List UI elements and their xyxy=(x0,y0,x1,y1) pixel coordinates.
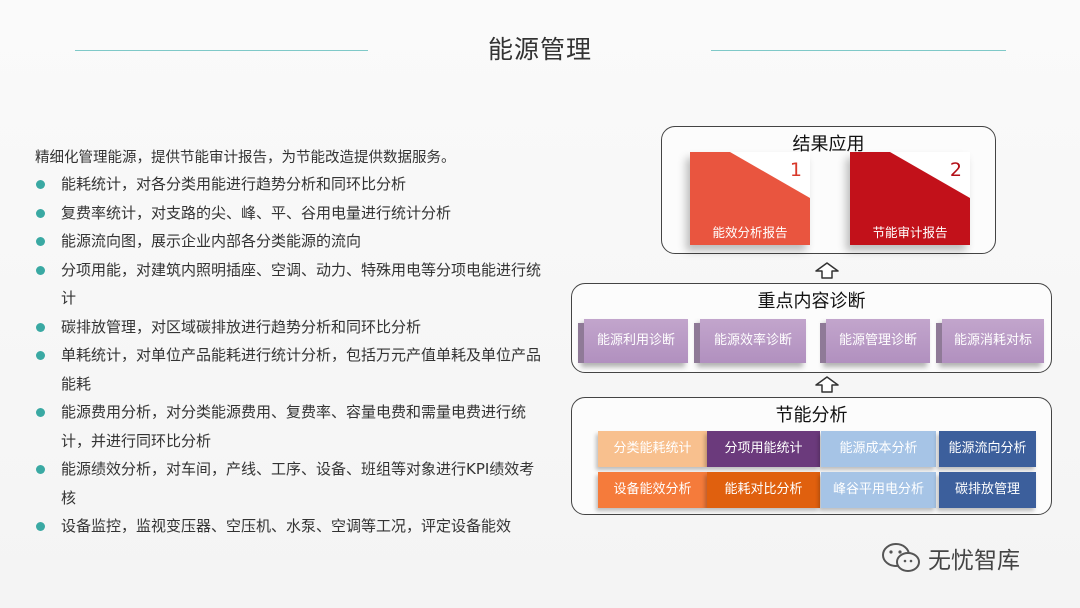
feature-list: 能耗统计，对各分类用能进行趋势分析和同环比分析 复费率统计，对支路的尖、峰、平、… xyxy=(35,170,545,541)
diagnosis-item: 能源效率诊断 xyxy=(694,319,806,363)
bullet-dot-icon xyxy=(36,351,45,360)
analysis-panel: 节能分析 分类能耗统计 分项用能统计 能源成本分析 能源流向分析 设备能效分析 … xyxy=(571,397,1052,515)
list-item: 复费率统计，对支路的尖、峰、平、谷用电量进行统计分析 xyxy=(35,199,545,228)
results-panel: 结果应用 1 能效分析报告 2 节能审计报告 xyxy=(661,126,996,254)
list-item: 单耗统计，对单位产品能耗进行统计分析，包括万元产值单耗及单位产品能耗 xyxy=(35,341,545,398)
diagnosis-item: 能源管理诊断 xyxy=(820,319,930,363)
diagnosis-item: 能源利用诊断 xyxy=(578,319,688,363)
bullet-dot-icon xyxy=(36,465,45,474)
watermark-text: 无忧智库 xyxy=(928,548,1020,574)
bullet-dot-icon xyxy=(36,265,45,275)
analysis-cell: 设备能效分析 xyxy=(598,472,707,508)
report-card-2: 2 节能审计报告 xyxy=(850,152,970,245)
analysis-cell: 峰谷平用电分析 xyxy=(821,472,936,508)
diagnosis-panel: 重点内容诊断 能源利用诊断 能源效率诊断 能源管理诊断 能源消耗对标 xyxy=(571,283,1052,373)
list-item: 碳排放管理，对区域碳排放进行趋势分析和同环比分析 xyxy=(35,313,545,342)
bullet-dot-icon xyxy=(36,522,45,531)
wechat-icon xyxy=(882,543,920,572)
diagnosis-item: 能源消耗对标 xyxy=(936,319,1044,363)
bullet-dot-icon xyxy=(36,208,45,218)
report-card-1: 1 能效分析报告 xyxy=(690,152,810,245)
up-arrow-icon xyxy=(815,376,839,393)
analysis-cell: 能耗对比分析 xyxy=(707,472,820,508)
diagnosis-title: 重点内容诊断 xyxy=(757,291,866,312)
page-title: 能源管理 xyxy=(487,35,592,64)
bullet-dot-icon xyxy=(36,408,45,417)
analysis-cell: 分类能耗统计 xyxy=(598,431,707,467)
analysis-cell: 碳排放管理 xyxy=(939,472,1036,508)
list-item: 能源流向图，展示企业内部各分类能源的流向 xyxy=(35,227,545,256)
report-number: 1 xyxy=(789,159,802,181)
analysis-cell: 能源流向分析 xyxy=(939,431,1036,467)
list-item: 能源绩效分析，对车间，产线、工序、设备、班组等对象进行KPI绩效考核 xyxy=(35,455,545,512)
bullet-dot-icon xyxy=(36,322,45,332)
list-item: 设备监控，监视变压器、空压机、水泵、空调等工况，评定设备能效 xyxy=(35,512,545,541)
report-label: 节能审计报告 xyxy=(872,225,948,240)
report-number: 2 xyxy=(949,159,962,181)
analysis-cell: 能源成本分析 xyxy=(821,431,936,467)
up-arrow-icon xyxy=(815,262,839,279)
bullet-dot-icon xyxy=(36,180,45,189)
report-label: 能效分析报告 xyxy=(712,225,788,240)
list-item: 能源费用分析，对分类能源费用、复费率、容量电费和需量电费进行统计，并进行同环比分… xyxy=(35,398,545,455)
intro-text: 精细化管理能源，提供节能审计报告，为节能改造提供数据服务。 xyxy=(35,150,456,166)
list-item: 分项用能，对建筑内照明插座、空调、动力、特殊用电等分项电能进行统计 xyxy=(35,256,545,313)
analysis-cell: 分项用能统计 xyxy=(707,431,820,467)
list-item: 能耗统计，对各分类用能进行趋势分析和同环比分析 xyxy=(35,170,545,199)
watermark: 无忧智库 xyxy=(880,540,1020,576)
bullet-dot-icon xyxy=(36,237,45,246)
analysis-title: 节能分析 xyxy=(775,405,848,426)
